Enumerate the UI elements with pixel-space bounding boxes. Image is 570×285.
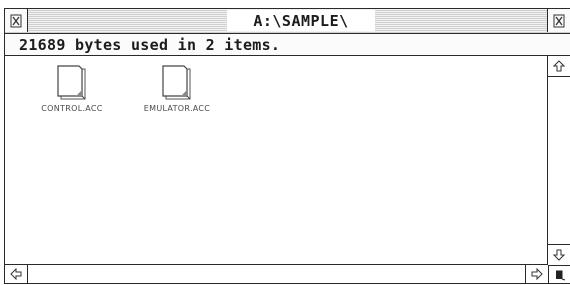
horizontal-scrollbar[interactable] — [5, 264, 548, 283]
file-item-emulator[interactable]: EMULATOR.ACC — [122, 64, 232, 128]
desktop-window: A:\SAMPLE\ 21689 bytes used in 2 items. … — [4, 8, 570, 284]
up-arrow-icon[interactable] — [548, 56, 570, 77]
file-item-control[interactable]: CONTROL.ACC — [17, 64, 127, 128]
size-box-icon[interactable] — [548, 265, 570, 283]
right-arrow-icon[interactable] — [525, 265, 548, 283]
down-arrow-icon[interactable] — [548, 244, 570, 265]
info-line: 21689 bytes used in 2 items. — [5, 34, 570, 56]
left-arrow-icon[interactable] — [5, 265, 28, 283]
close-box-icon[interactable] — [5, 9, 28, 32]
document-icon — [57, 65, 86, 100]
vertical-scrollbar[interactable] — [547, 56, 570, 265]
file-label: CONTROL.ACC — [41, 104, 103, 113]
full-box-icon[interactable] — [547, 9, 570, 32]
vertical-scroll-track[interactable] — [548, 77, 570, 244]
document-icon — [162, 65, 191, 100]
title-bar[interactable]: A:\SAMPLE\ — [5, 9, 570, 34]
window-title: A:\SAMPLE\ — [227, 10, 375, 31]
file-label: EMULATOR.ACC — [143, 104, 211, 113]
horizontal-scroll-track[interactable] — [28, 265, 525, 283]
file-pane[interactable]: CONTROL.ACC EMULATOR.ACC — [5, 56, 548, 265]
